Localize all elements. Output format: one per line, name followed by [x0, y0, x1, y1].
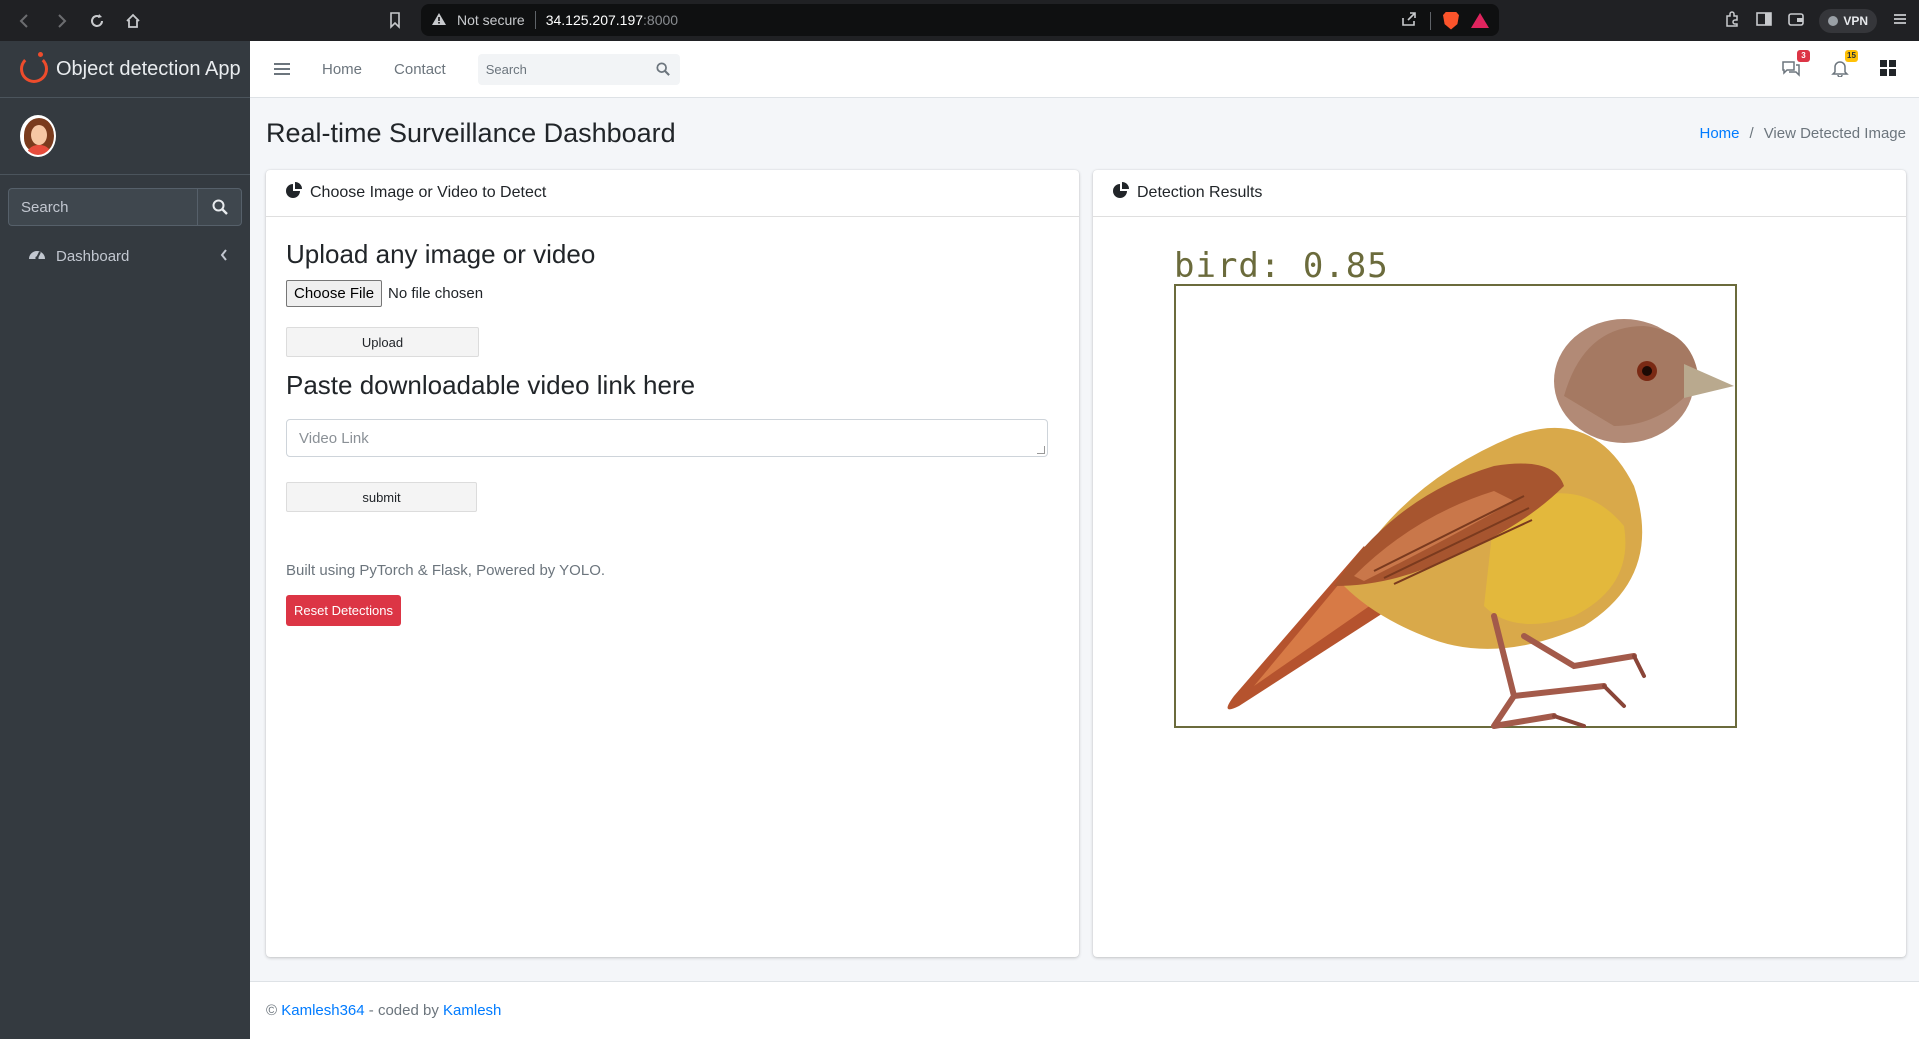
- upload-heading: Upload any image or video: [286, 239, 596, 269]
- hamburger-menu-icon[interactable]: [274, 63, 290, 75]
- results-card-header: Detection Results: [1093, 170, 1906, 217]
- resize-grip-icon[interactable]: [1037, 446, 1045, 454]
- upload-card: Choose Image or Video to Detect Upload a…: [266, 170, 1079, 957]
- address-separator: [534, 11, 536, 29]
- url-port: :8000: [643, 12, 679, 28]
- sidebar-search: Search: [8, 188, 242, 226]
- coder-link[interactable]: Kamlesh: [443, 1002, 501, 1019]
- content-header: Real-time Surveillance Dashboard Home / …: [266, 113, 1906, 153]
- paste-heading: Paste downloadable video link here: [286, 370, 696, 400]
- apps-grid-icon[interactable]: [1879, 59, 1897, 81]
- rewards-icon[interactable]: [1471, 13, 1489, 28]
- security-label: Not secure: [457, 12, 525, 28]
- upload-card-header: Choose Image or Video to Detect: [266, 170, 1079, 217]
- author-link[interactable]: Kamlesh364: [281, 1002, 364, 1019]
- video-link-input[interactable]: Video Link: [286, 419, 1048, 457]
- page-title: Real-time Surveillance Dashboard: [266, 117, 676, 148]
- brand-link[interactable]: Object detection App: [0, 41, 250, 98]
- address-bar[interactable]: Not secure 34.125.207.197 :8000: [421, 4, 1499, 36]
- tachometer-icon: [28, 246, 46, 266]
- chart-pie-icon: [285, 182, 302, 204]
- detected-image: bird: 0.85: [1174, 246, 1737, 732]
- share-icon[interactable]: [1400, 10, 1418, 31]
- upload-card-title: Choose Image or Video to Detect: [310, 184, 547, 201]
- main-footer: © Kamlesh364 - coded by Kamlesh: [250, 981, 1919, 1039]
- bird-image: [1227, 319, 1734, 729]
- breadcrumb-home-link[interactable]: Home: [1700, 125, 1740, 142]
- submit-button[interactable]: submit: [286, 482, 477, 512]
- choose-file-button[interactable]: Choose File: [286, 280, 383, 307]
- breadcrumb: Home / View Detected Image: [1700, 125, 1907, 142]
- footnote: Built using PyTorch & Flask, Powered by …: [286, 562, 606, 579]
- breadcrumb-separator: /: [1749, 124, 1754, 142]
- wallet-icon[interactable]: [1787, 10, 1805, 32]
- sidebar-item-dashboard[interactable]: Dashboard: [8, 237, 242, 275]
- url-host: 34.125.207.197: [545, 12, 644, 28]
- nav-link-contact[interactable]: Contact: [394, 61, 446, 78]
- file-input: Choose File No file chosen: [286, 280, 1059, 307]
- pytorch-logo-icon: [20, 52, 48, 83]
- menu-icon[interactable]: [1891, 10, 1909, 32]
- vpn-button[interactable]: VPN: [1819, 8, 1877, 33]
- brave-shield-icon[interactable]: [1443, 11, 1459, 30]
- file-status: No file chosen: [388, 285, 484, 302]
- bookmark-icon[interactable]: [384, 9, 406, 31]
- footer-text: - coded by: [364, 1002, 444, 1019]
- reload-icon[interactable]: [86, 10, 108, 32]
- messages-button[interactable]: 3: [1781, 49, 1810, 81]
- main-sidebar: Object detection App Search Dashboard: [0, 41, 250, 1039]
- user-panel: [0, 98, 250, 175]
- breadcrumb-current: View Detected Image: [1763, 124, 1906, 142]
- chevron-left-icon: [220, 248, 228, 265]
- vpn-label: VPN: [1843, 13, 1868, 28]
- notifications-badge: 15: [1845, 49, 1858, 62]
- vpn-status-icon: [1828, 15, 1839, 26]
- forward-icon[interactable]: [50, 10, 72, 32]
- sidebar-toggle-icon[interactable]: [1755, 10, 1773, 32]
- warning-icon: [431, 12, 447, 29]
- home-icon[interactable]: [122, 10, 144, 32]
- notifications-button[interactable]: 15: [1831, 49, 1858, 81]
- address-divider: [1430, 11, 1431, 30]
- nav-link-home[interactable]: Home: [322, 61, 362, 78]
- upload-card-body: Upload any image or video Choose File No…: [266, 217, 1079, 646]
- chart-pie-icon: [1112, 182, 1129, 204]
- results-card-title: Detection Results: [1137, 184, 1263, 201]
- upload-button[interactable]: Upload: [286, 327, 479, 357]
- search-icon: [656, 62, 670, 76]
- navbar-search-input[interactable]: Search: [478, 62, 646, 77]
- back-icon[interactable]: [14, 10, 36, 32]
- navbar-search-button[interactable]: [646, 62, 680, 76]
- avatar[interactable]: [20, 115, 56, 157]
- video-link-placeholder: Video Link: [299, 429, 369, 447]
- navbar-search: Search: [477, 53, 680, 85]
- sidebar-item-label: Dashboard: [56, 247, 130, 265]
- detection-label: bird: 0.85: [1174, 246, 1389, 286]
- results-card: Detection Results bird: 0.85: [1093, 170, 1906, 957]
- sidebar-search-input[interactable]: Search: [8, 188, 197, 226]
- copyright-symbol: ©: [266, 1002, 278, 1019]
- reset-detections-button[interactable]: Reset Detections: [286, 595, 401, 626]
- brand-text: Object detection App: [56, 57, 241, 80]
- browser-toolbar: Not secure 34.125.207.197 :8000 VPN: [0, 0, 1919, 41]
- extensions-icon[interactable]: [1723, 10, 1741, 32]
- top-navbar: Home Contact Search 3 15: [250, 41, 1919, 98]
- messages-badge: 3: [1797, 49, 1810, 62]
- sidebar-search-button[interactable]: [197, 188, 242, 226]
- search-icon: [212, 199, 228, 215]
